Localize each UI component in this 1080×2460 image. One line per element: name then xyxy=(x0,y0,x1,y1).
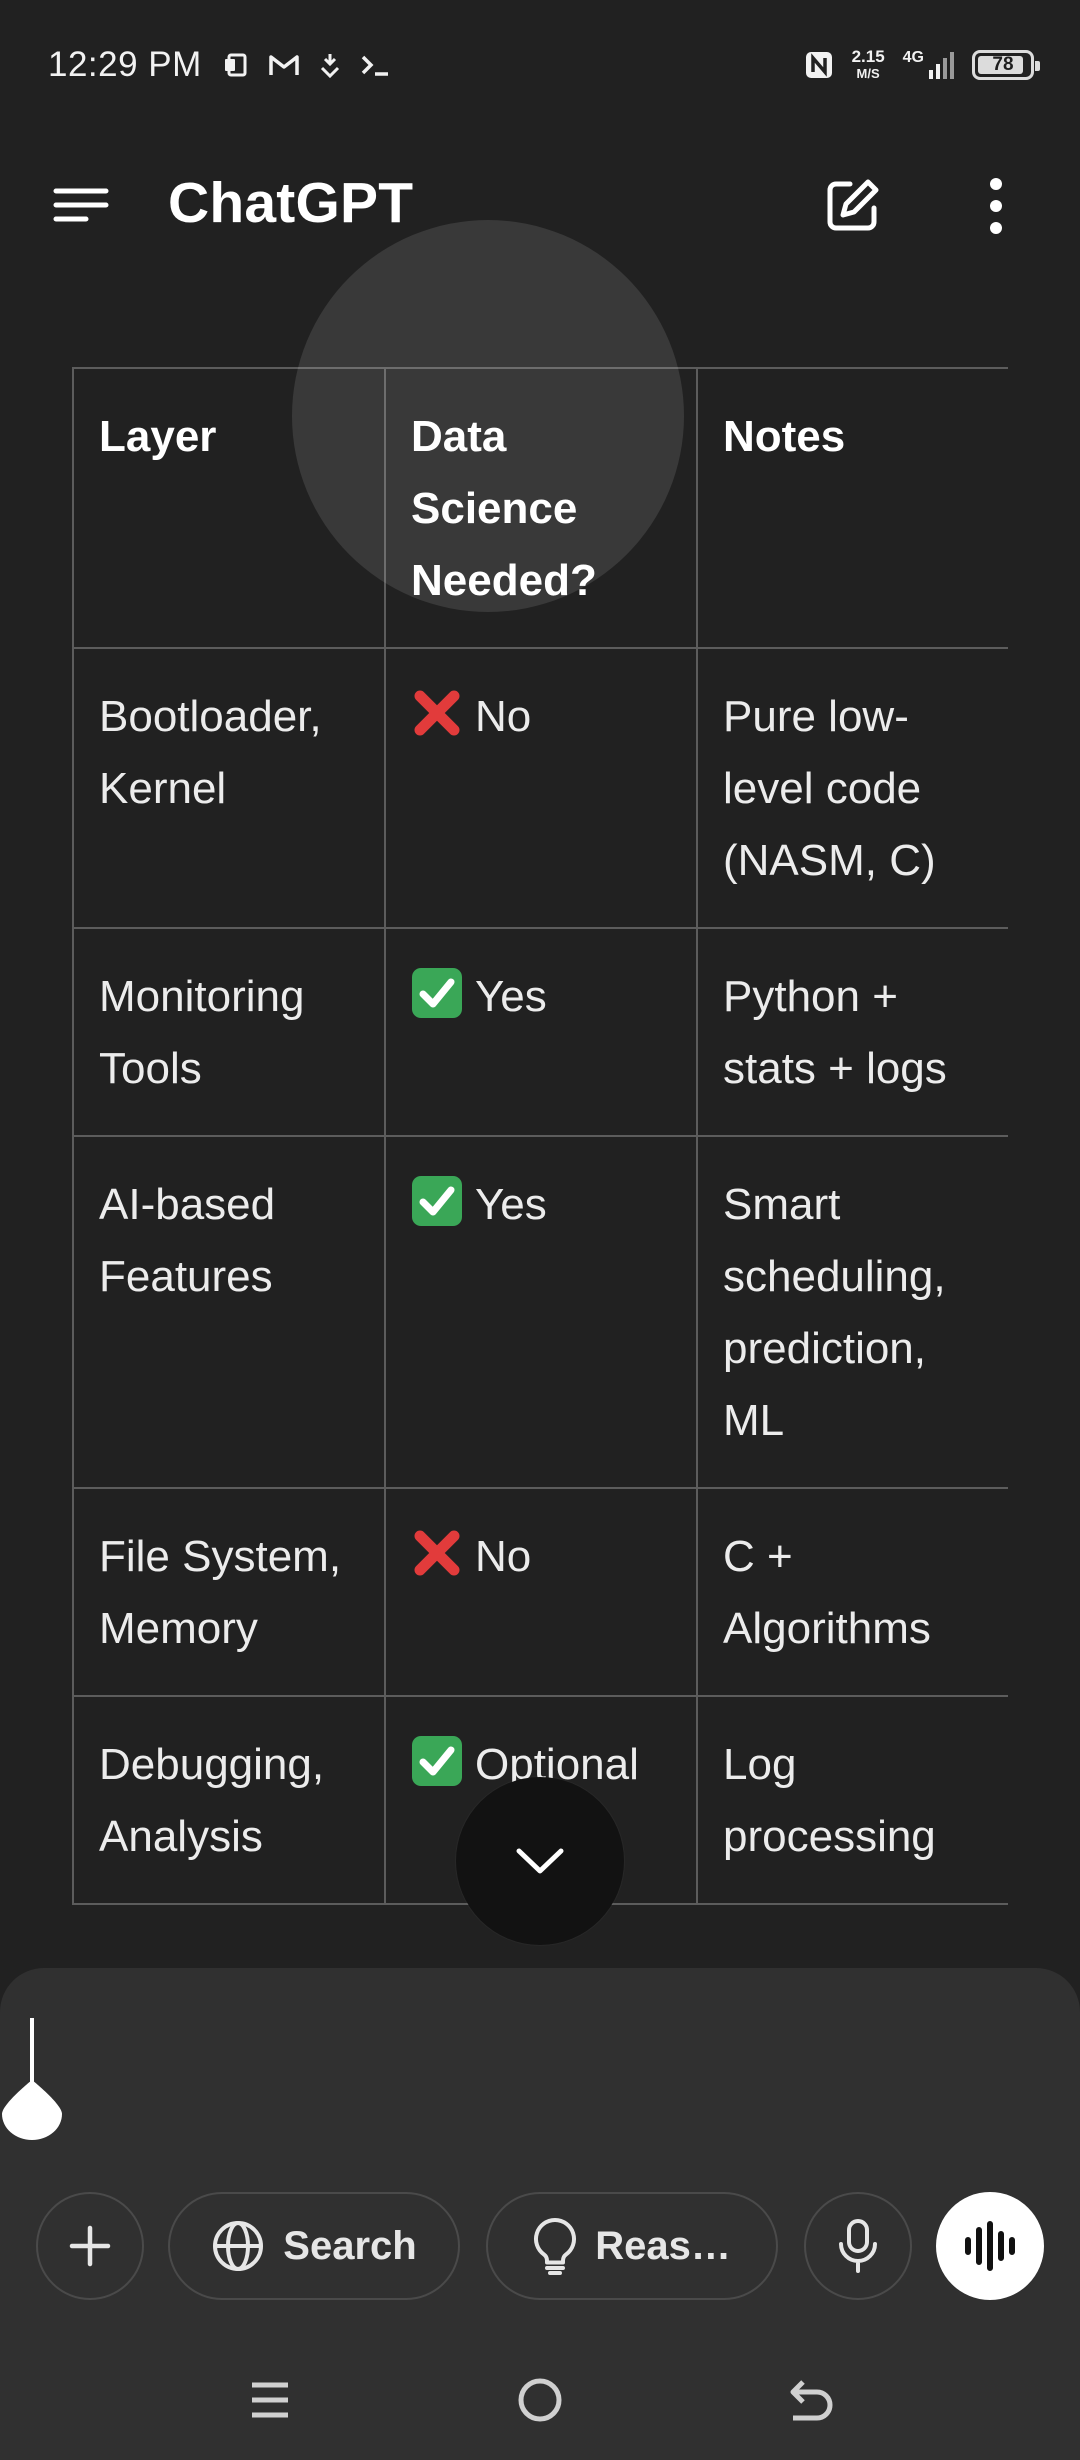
table-cell-needed: No xyxy=(384,647,698,929)
needed-label: No xyxy=(475,1532,532,1581)
terminal-icon xyxy=(361,55,388,76)
check-icon xyxy=(411,1735,463,1809)
recent-apps-icon xyxy=(252,2382,288,2418)
table-cell-layer: Debugging, Analysis xyxy=(72,1695,386,1905)
gmail-icon xyxy=(269,55,299,75)
globe-icon xyxy=(213,2221,264,2271)
table-header-row: Layer Data Science Needed? Notes xyxy=(72,367,1008,649)
table-row: Monitoring Tools Yes Python + stats + logs xyxy=(72,927,1008,1137)
menu-button[interactable] xyxy=(40,175,124,235)
composer-tools: Search Reas… xyxy=(0,2192,1080,2300)
voice-mode-icon xyxy=(965,2221,1015,2271)
table-row: AI-based Features Yes Smart scheduling, pr… xyxy=(72,1135,1008,1489)
download-icon xyxy=(320,54,339,78)
back-icon xyxy=(790,2380,833,2421)
more-vertical-icon xyxy=(990,178,1002,234)
network-speed-unit: M/S xyxy=(856,66,880,81)
cross-icon xyxy=(411,687,463,761)
table-cell-notes: Log processing xyxy=(696,1695,1008,1905)
table-header-cell: Notes xyxy=(696,367,1008,649)
plus-icon xyxy=(69,2225,111,2267)
signal-group: 4G xyxy=(903,50,954,80)
table-cell-needed: No xyxy=(384,1487,698,1697)
check-icon xyxy=(411,1175,463,1249)
cross-icon xyxy=(411,1527,463,1601)
needed-label: No xyxy=(475,692,532,741)
table-header-cell: Data Science Needed? xyxy=(384,367,698,649)
table-cell-layer: File System, Memory xyxy=(72,1487,386,1697)
table-row: File System, Memory No C + Algorithms xyxy=(72,1487,1008,1697)
check-icon xyxy=(411,967,463,1041)
status-left: 12:29 PM xyxy=(48,45,390,85)
table-cell-layer: AI-based Features xyxy=(72,1135,386,1489)
search-button[interactable]: Search xyxy=(168,2192,460,2300)
table-cell-notes: Smart scheduling, prediction, ML xyxy=(696,1135,1008,1489)
battery-level: 78 xyxy=(992,54,1014,75)
table-cell-layer: Monitoring Tools xyxy=(72,927,386,1137)
table-cell-needed: Yes xyxy=(384,1135,698,1489)
menu-icon xyxy=(53,188,109,222)
table-body: Bootloader, Kernel No Pure low-level code … xyxy=(72,647,1008,1905)
notification-icons xyxy=(224,52,390,78)
needed-label: Yes xyxy=(475,972,547,1021)
add-attachment-button[interactable] xyxy=(36,2192,144,2300)
table-cell-notes: Pure low-level code (NASM, C) xyxy=(696,647,1008,929)
reason-label: Reas… xyxy=(595,2223,731,2268)
chevron-down-icon xyxy=(516,1848,564,1874)
dictate-button[interactable] xyxy=(804,2192,912,2300)
network-type: 4G xyxy=(902,49,924,66)
new-chat-icon xyxy=(827,179,879,231)
photo-icon xyxy=(224,53,247,77)
recent-apps-button[interactable] xyxy=(225,2360,315,2440)
home-button[interactable] xyxy=(495,2360,585,2440)
table-cell-notes: C + Algorithms xyxy=(696,1487,1008,1697)
nfc-icon xyxy=(805,52,832,78)
microphone-icon xyxy=(839,2219,877,2273)
chatgpt-app: 12:29 PM 2.15 M/S 4G 78 ChatGPT Layer Da… xyxy=(0,0,1080,2460)
new-chat-button[interactable] xyxy=(812,166,892,246)
home-icon xyxy=(518,2378,562,2422)
more-options-button[interactable] xyxy=(956,166,1036,246)
table-row: Bootloader, Kernel No Pure low-level code … xyxy=(72,647,1008,929)
search-label: Search xyxy=(283,2223,417,2268)
voice-mode-button[interactable] xyxy=(936,2192,1044,2300)
system-navigation-bar xyxy=(0,2340,1080,2460)
app-title: ChatGPT xyxy=(168,171,414,235)
network-speed-value: 2.15 xyxy=(851,47,885,66)
status-right: 2.15 M/S 4G 78 xyxy=(804,48,1040,82)
message-input[interactable] xyxy=(20,2018,320,2138)
table-cell-needed: Yes xyxy=(384,927,698,1137)
network-speed: 2.15 M/S xyxy=(852,48,885,82)
status-bar: 12:29 PM 2.15 M/S 4G 78 xyxy=(0,0,1080,130)
table-cell-notes: Python + stats + logs xyxy=(696,927,1008,1137)
lightbulb-icon xyxy=(534,2218,577,2275)
top-app-bar: ChatGPT xyxy=(0,130,1080,280)
reason-button[interactable]: Reas… xyxy=(486,2192,778,2300)
status-time: 12:29 PM xyxy=(48,45,202,84)
scroll-to-bottom-button[interactable] xyxy=(456,1777,624,1945)
signal-icon xyxy=(929,52,954,79)
data-table: Layer Data Science Needed? Notes Bootloa… xyxy=(72,367,1008,1905)
needed-label: Yes xyxy=(475,1180,547,1229)
text-cursor xyxy=(30,2018,34,2086)
table-cell-layer: Bootloader, Kernel xyxy=(72,647,386,929)
back-button[interactable] xyxy=(765,2360,855,2440)
message-table-container[interactable]: Layer Data Science Needed? Notes Bootloa… xyxy=(72,367,1008,1967)
table-header-cell: Layer xyxy=(72,367,386,649)
battery-indicator: 78 xyxy=(972,50,1040,80)
cursor-handle[interactable] xyxy=(0,2078,64,2140)
